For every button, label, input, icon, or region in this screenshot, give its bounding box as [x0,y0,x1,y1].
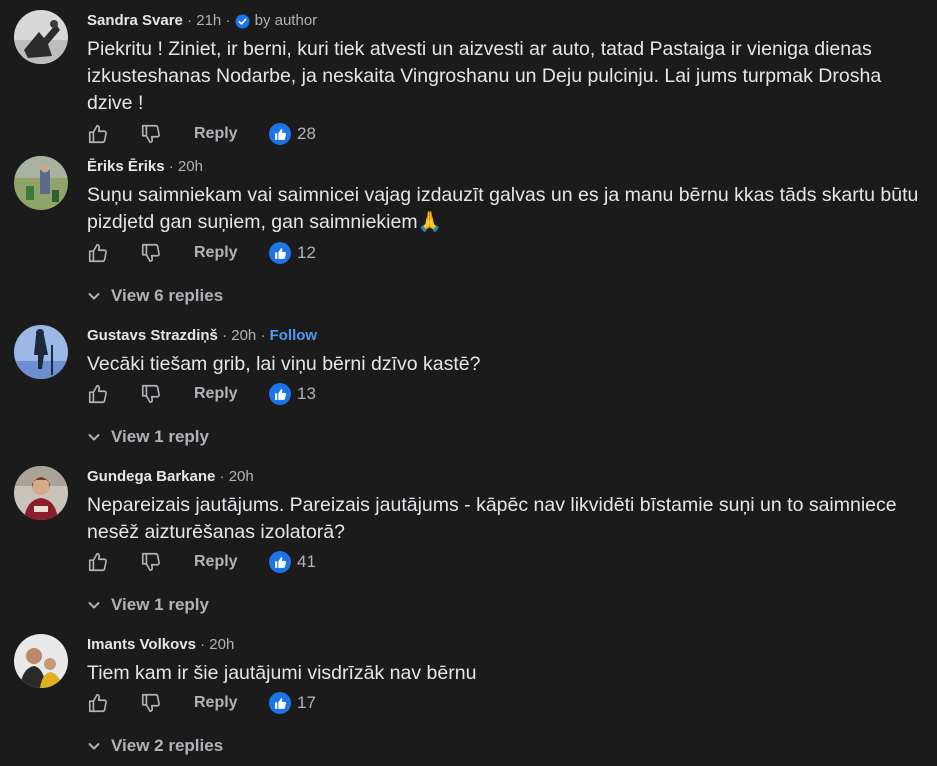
dislike-button[interactable] [140,123,162,145]
avatar[interactable] [14,156,68,210]
separator: · [168,158,174,175]
thumbs-down-outline-icon [141,243,160,263]
dislike-button[interactable] [140,383,162,405]
comment-author[interactable]: Gundega Barkane [87,468,215,485]
view-replies-button[interactable]: View 1 reply [87,593,209,617]
like-reaction-icon [269,551,291,573]
like-count[interactable]: 28 [269,123,316,145]
thumbs-down-outline-icon [141,693,160,713]
comment-timestamp[interactable]: 21h [196,12,221,29]
view-replies-button[interactable]: View 1 reply [87,425,209,449]
chevron-down-icon [88,743,100,750]
like-count-value: 17 [297,693,316,712]
like-count-value: 28 [297,124,316,143]
comment-text: Piekritu ! Ziniet, ir berni, kuri tiek a… [87,38,882,114]
avatar[interactable] [14,634,68,688]
like-reaction-icon [269,383,291,405]
follow-button[interactable]: Follow [270,327,318,344]
like-button[interactable] [87,242,109,264]
reply-button[interactable]: Reply [194,694,238,712]
chevron-down-icon [88,602,100,609]
like-reaction-icon [269,692,291,714]
author-badge-label: by author [254,12,318,29]
dislike-button[interactable] [140,242,162,264]
avatar[interactable] [14,10,68,64]
comment-timestamp[interactable]: 20h [209,636,234,653]
comment-text: Suņu saimniekam vai saimnicei vajag izda… [87,184,919,233]
avatar[interactable] [14,466,68,520]
comment-timestamp[interactable]: 20h [229,468,254,485]
separator: · [225,12,231,29]
comments-feed: Sandra Svare · 21h · by author Piekritu … [0,0,937,766]
comment-text: Nepareizais jautājums. Pareizais jautāju… [87,494,897,543]
like-count[interactable]: 41 [269,551,316,573]
dislike-button[interactable] [140,551,162,573]
verified-author-icon [235,13,250,29]
chevron-down-icon [88,293,100,300]
comment-author[interactable]: Sandra Svare [87,12,183,29]
separator: · [260,327,266,344]
view-replies-label: View 6 replies [111,286,224,305]
comment-text: Vecāki tiešam grib, lai viņu bērni dzīvo… [87,353,481,375]
thumbs-up-outline-icon [88,552,107,572]
view-replies-label: View 1 reply [111,427,209,446]
comment-author[interactable]: Imants Volkovs [87,636,196,653]
like-button[interactable] [87,383,109,405]
reply-button[interactable]: Reply [194,553,238,571]
reply-button[interactable]: Reply [194,385,238,403]
chevron-down-icon [88,434,100,441]
like-count-value: 12 [297,243,316,262]
view-replies-button[interactable]: View 6 replies [87,284,223,308]
like-reaction-icon [269,242,291,264]
separator: · [222,327,228,344]
separator: · [219,468,225,485]
separator: · [187,12,193,29]
like-button[interactable] [87,551,109,573]
comment-timestamp[interactable]: 20h [178,158,203,175]
like-count[interactable]: 17 [269,692,316,714]
comment-author[interactable]: Ēriks Ēriks [87,158,165,175]
comment-timestamp[interactable]: 20h [231,327,256,344]
separator: · [200,636,206,653]
view-replies-button[interactable]: View 2 replies [87,734,223,758]
comment-author[interactable]: Gustavs Strazdiņš [87,327,218,344]
comment-text: Tiem kam ir šie jautājumi visdrīzāk nav … [87,662,477,684]
thumbs-up-outline-icon [88,124,107,144]
thumbs-down-outline-icon [141,552,160,572]
author-badge: by author [235,10,318,32]
like-button[interactable] [87,123,109,145]
thumbs-up-outline-icon [88,384,107,404]
like-button[interactable] [87,692,109,714]
view-replies-label: View 1 reply [111,595,209,614]
like-count[interactable]: 13 [269,383,316,405]
like-count-value: 41 [297,552,316,571]
thumbs-down-outline-icon [141,124,160,144]
like-reaction-icon [269,123,291,145]
thumbs-down-outline-icon [141,384,160,404]
dislike-button[interactable] [140,692,162,714]
avatar[interactable] [14,325,68,379]
reply-button[interactable]: Reply [194,125,238,143]
like-count[interactable]: 12 [269,242,316,264]
reply-button[interactable]: Reply [194,244,238,262]
view-replies-label: View 2 replies [111,736,224,755]
like-count-value: 13 [297,384,316,403]
thumbs-up-outline-icon [88,243,107,263]
thumbs-up-outline-icon [88,693,107,713]
